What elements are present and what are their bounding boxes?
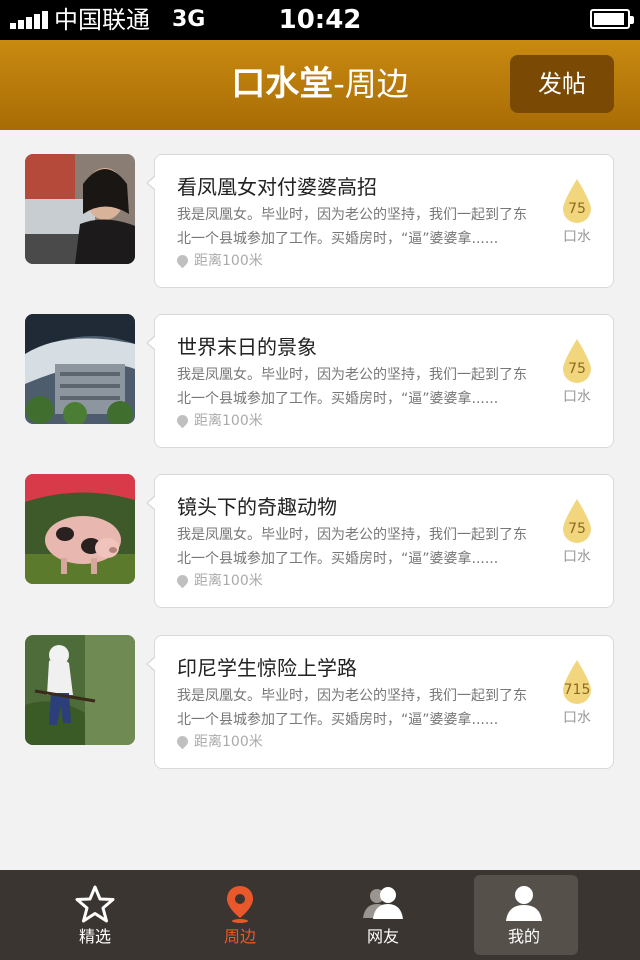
post-excerpt: 我是凤凰女。毕业时，因为老公的坚持，我们一起到了东北一个县城参加了工作。买婚房时… xyxy=(177,207,527,247)
distance-label: 距离100米 xyxy=(174,409,263,433)
saliva-count: 75 xyxy=(568,201,586,217)
post-excerpt: 我是凤凰女。毕业时，因为老公的坚持，我们一起到了东北一个县城参加了工作。买婚房时… xyxy=(177,527,527,567)
location-pin-icon xyxy=(174,412,191,429)
tab-friends[interactable]: 网友 xyxy=(303,870,463,960)
distance-label: 距离100米 xyxy=(174,569,263,593)
distance-label: 距离100米 xyxy=(174,730,263,754)
feed-item[interactable]: 世界末日的景象 我是凤凰女。毕业时，因为老公的坚持，我们一起到了东北一个县城参加… xyxy=(0,290,640,448)
tab-label: 周边 xyxy=(223,927,256,946)
tab-nearby[interactable]: 周边 xyxy=(160,870,320,960)
battery-icon xyxy=(590,9,634,29)
tab-featured[interactable]: 精选 xyxy=(15,870,175,960)
feed-item[interactable]: 印尼学生惊险上学路 我是凤凰女。毕业时，因为老公的坚持，我们一起到了东北一个县城… xyxy=(0,611,640,769)
distance-text: 距离100米 xyxy=(194,253,263,269)
status-bar: 中国联通 3G 10:42 xyxy=(0,0,640,40)
page-subtitle: -周边 xyxy=(333,65,409,103)
saliva-count: 75 xyxy=(568,361,586,377)
feed-list: 看凤凰女对付婆婆高招 我是凤凰女。毕业时，因为老公的坚持，我们一起到了东北一个县… xyxy=(0,130,640,870)
post-thumbnail[interactable] xyxy=(25,314,135,424)
post-title[interactable]: 镜头下的奇趣动物 xyxy=(177,493,337,521)
brand-name: 口水堂 xyxy=(231,64,334,104)
location-pin-icon xyxy=(174,252,191,269)
feed-item[interactable]: 看凤凰女对付婆婆高招 我是凤凰女。毕业时，因为老公的坚持，我们一起到了东北一个县… xyxy=(0,130,640,288)
location-pin-icon xyxy=(174,733,191,750)
star-icon xyxy=(75,885,115,923)
distance-text: 距离100米 xyxy=(194,573,263,589)
distance-text: 距离100米 xyxy=(194,734,263,750)
tab-bar: 精选 周边 网友 我的 xyxy=(0,870,640,960)
post-button[interactable]: 发帖 xyxy=(510,55,614,113)
saliva-label: 口水 xyxy=(563,549,591,565)
saliva-label: 口水 xyxy=(563,389,591,405)
post-thumbnail[interactable] xyxy=(25,635,135,745)
location-pin-icon xyxy=(227,886,253,923)
tab-label: 网友 xyxy=(366,927,399,946)
post-card[interactable]: 镜头下的奇趣动物 我是凤凰女。毕业时，因为老公的坚持，我们一起到了东北一个县城参… xyxy=(146,474,614,608)
feed-item[interactable]: 镜头下的奇趣动物 我是凤凰女。毕业时，因为老公的坚持，我们一起到了东北一个县城参… xyxy=(0,450,640,608)
distance-text: 距离100米 xyxy=(194,413,263,429)
tab-label: 我的 xyxy=(507,927,540,946)
post-excerpt: 我是凤凰女。毕业时，因为老公的坚持，我们一起到了东北一个县城参加了工作。买婚房时… xyxy=(177,367,527,407)
user-icon xyxy=(506,886,542,921)
post-title[interactable]: 世界末日的景象 xyxy=(177,333,317,361)
saliva-label: 口水 xyxy=(563,710,591,726)
post-title[interactable]: 印尼学生惊险上学路 xyxy=(177,654,357,682)
clock: 10:42 xyxy=(278,5,362,35)
post-card[interactable]: 看凤凰女对付婆婆高招 我是凤凰女。毕业时，因为老公的坚持，我们一起到了东北一个县… xyxy=(146,154,614,288)
tab-label: 精选 xyxy=(78,927,111,946)
post-title[interactable]: 看凤凰女对付婆婆高招 xyxy=(177,173,377,201)
post-thumbnail[interactable] xyxy=(25,154,135,264)
location-pin-icon xyxy=(174,572,191,589)
nav-bar: 口水堂-周边 发帖 xyxy=(0,40,640,130)
friends-icon xyxy=(363,887,403,919)
distance-label: 距离100米 xyxy=(174,249,263,273)
post-thumbnail[interactable] xyxy=(25,474,135,584)
saliva-count: 715 xyxy=(563,682,591,698)
post-excerpt: 我是凤凰女。毕业时，因为老公的坚持，我们一起到了东北一个县城参加了工作。买婚房时… xyxy=(177,688,527,728)
post-card[interactable]: 印尼学生惊险上学路 我是凤凰女。毕业时，因为老公的坚持，我们一起到了东北一个县城… xyxy=(146,635,614,769)
saliva-label: 口水 xyxy=(563,229,591,245)
post-card[interactable]: 世界末日的景象 我是凤凰女。毕业时，因为老公的坚持，我们一起到了东北一个县城参加… xyxy=(146,314,614,448)
saliva-count: 75 xyxy=(568,521,586,537)
tab-mine[interactable]: 我的 xyxy=(460,870,620,960)
